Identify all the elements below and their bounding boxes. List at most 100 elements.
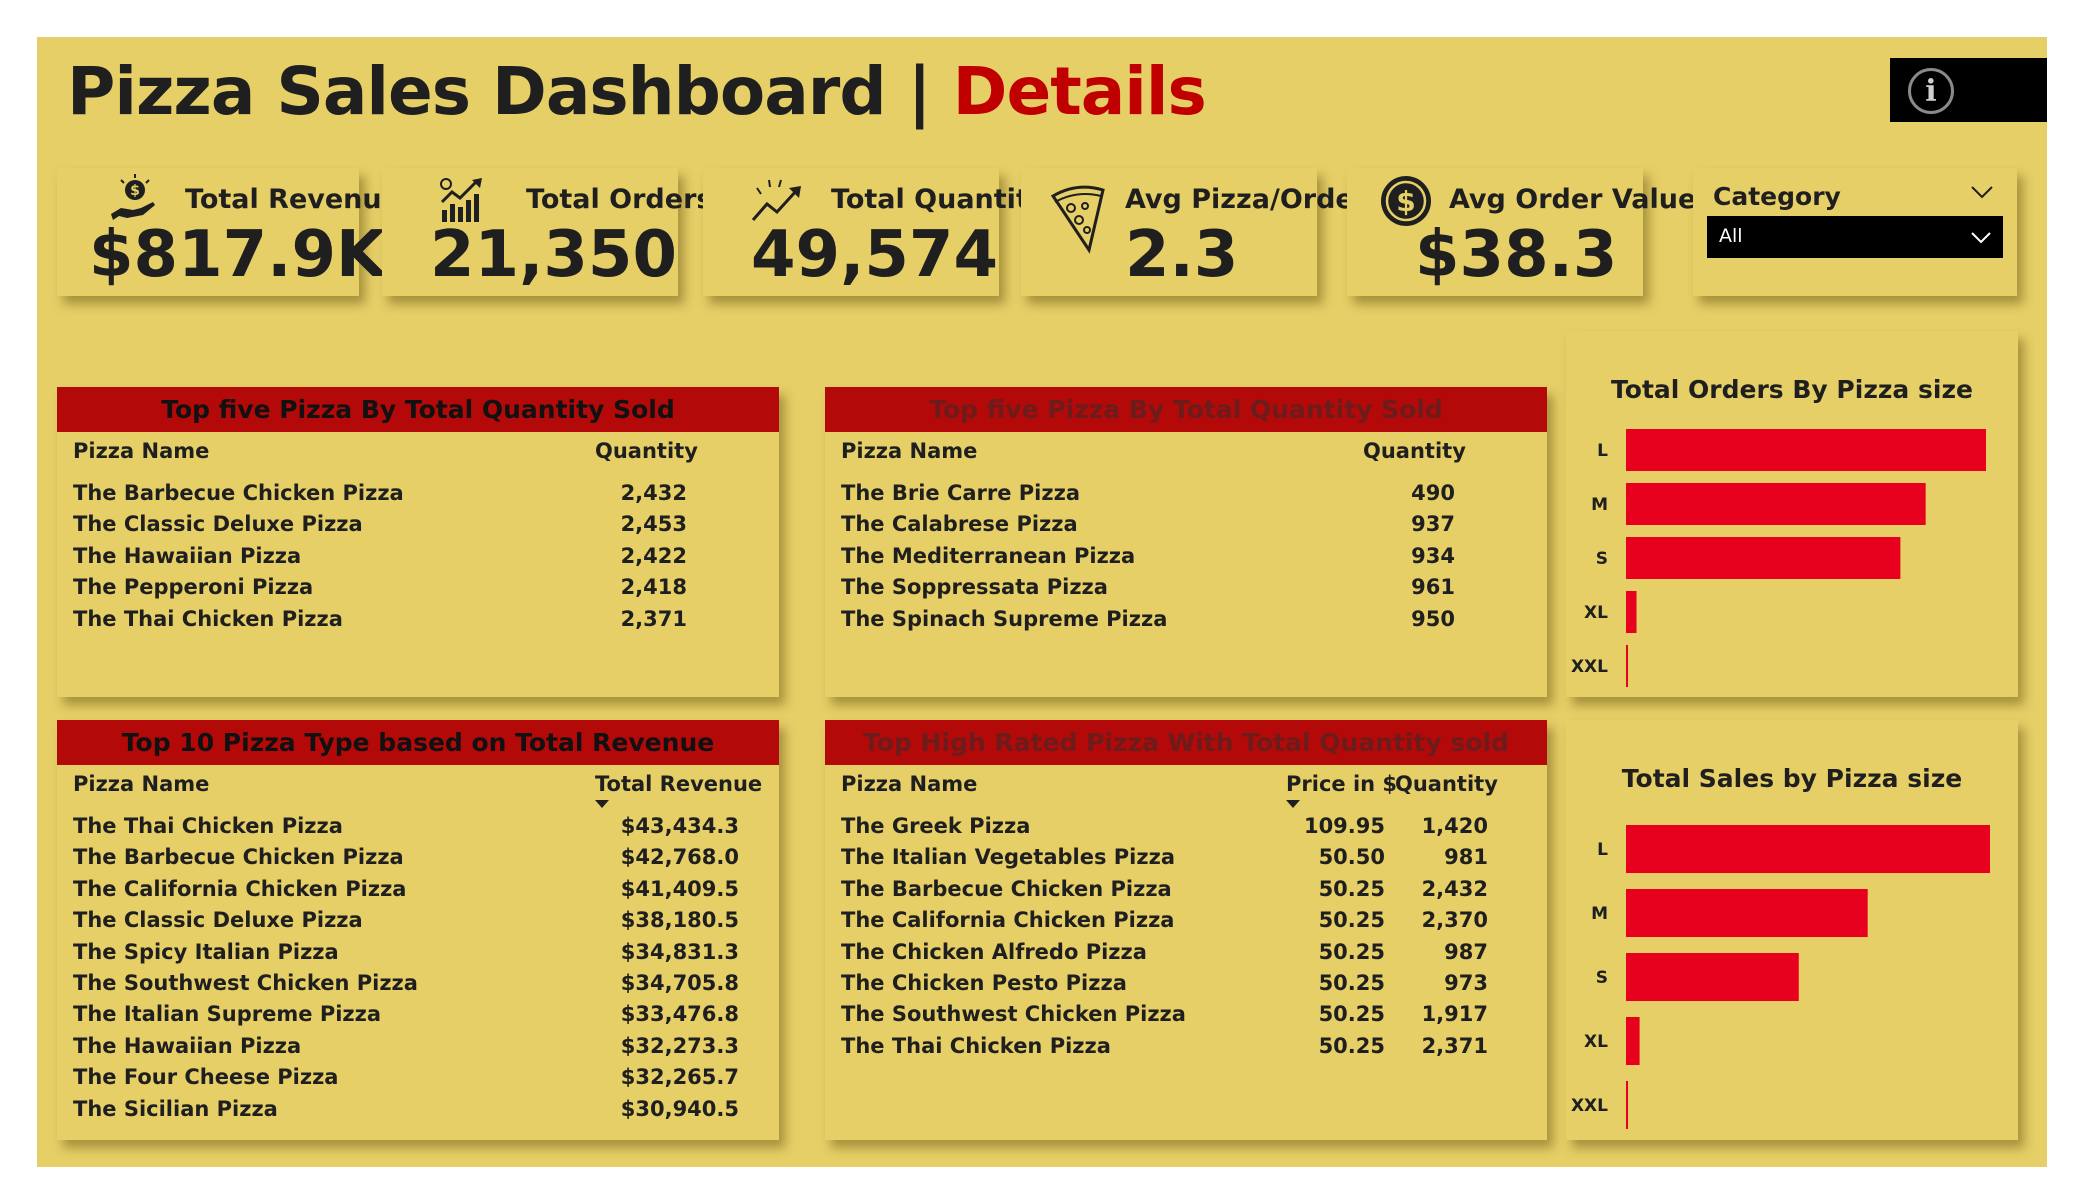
bar-s[interactable] [1626, 537, 1901, 579]
table-row[interactable]: The California Chicken Pizza 50.25 2,370 [825, 908, 1547, 939]
table-row[interactable]: The Barbecue Chicken Pizza 2,432 [57, 481, 779, 512]
tick-label-l: L [1597, 840, 1608, 860]
cell-pizza-name: The Italian Supreme Pizza [73, 1002, 382, 1027]
chart-sales-by-size-svg: L M S XL XXL [1571, 825, 1990, 1129]
kpi-label: Total Quantity [831, 184, 1047, 215]
table-row[interactable]: The Pepperoni Pizza 2,418 [57, 575, 779, 606]
kpi-label: Avg Order Value [1449, 184, 1697, 215]
cell-value: 2,432 [620, 481, 687, 505]
table-row[interactable]: The Calabrese Pizza 937 [825, 512, 1547, 543]
bar-xl[interactable] [1626, 591, 1637, 633]
table-title: Top five Pizza By Total Quantity Sold [825, 387, 1547, 432]
column-header-pizza-name[interactable]: Pizza Name [841, 772, 977, 796]
cell-value: 490 [1411, 481, 1455, 505]
category-dropdown[interactable]: All [1707, 216, 2003, 258]
info-icon[interactable]: i [1908, 68, 1954, 114]
table-row[interactable]: The Greek Pizza 109.95 1,420 [825, 814, 1547, 845]
table-body: The Thai Chicken Pizza $43,434.3 The Barbe… [57, 814, 779, 1128]
cell-pizza-name: The Four Cheese Pizza [73, 1065, 339, 1090]
bar-xxl[interactable] [1626, 1081, 1628, 1129]
table-row[interactable]: The Southwest Chicken Pizza $34,705.8 [57, 971, 779, 1002]
column-header-quantity[interactable]: Quantity [595, 439, 698, 463]
cell-value: $34,831.3 [620, 939, 739, 964]
kpi-label: Avg Pizza/Order [1125, 184, 1368, 215]
column-header-price[interactable]: Price in $ [1286, 772, 1397, 796]
cell-pizza-name: The Italian Vegetables Pizza [841, 845, 1176, 870]
kpi-card-total-quantity: Total Quantity 49,574 [703, 168, 1046, 296]
cell-value: $38,180.5 [620, 908, 739, 933]
svg-text:$: $ [130, 183, 140, 199]
bar-xl[interactable] [1626, 1017, 1640, 1065]
cell-quantity: 1,420 [1421, 814, 1488, 838]
table-row[interactable]: The Brie Carre Pizza 490 [825, 481, 1547, 512]
bar-s[interactable] [1626, 953, 1799, 1001]
title-accent: Details [952, 53, 1207, 130]
table-row[interactable]: The Hawaiian Pizza $32,273.3 [57, 1034, 779, 1065]
table-title: Top five Pizza By Total Quantity Sold [57, 387, 779, 432]
table-row[interactable]: The Spicy Italian Pizza $34,831.3 [57, 940, 779, 971]
tick-label-m: M [1591, 904, 1608, 924]
cell-pizza-name: The Sicilian Pizza [73, 1096, 278, 1121]
cell-value: $42,768.0 [620, 845, 739, 870]
table-row[interactable]: The Soppressata Pizza 961 [825, 575, 1547, 606]
table-row[interactable]: The Thai Chicken Pizza 2,371 [57, 607, 779, 638]
chevron-down-icon[interactable] [1969, 182, 1995, 202]
sort-descending-icon[interactable] [595, 800, 609, 808]
cell-value: 50.25 [1318, 1033, 1385, 1058]
table-row[interactable]: The Southwest Chicken Pizza 50.25 1,917 [825, 1002, 1547, 1033]
cell-value: 50.25 [1318, 970, 1385, 995]
cell-pizza-name: The Thai Chicken Pizza [841, 1033, 1111, 1058]
column-header-pizza-name[interactable]: Pizza Name [841, 439, 977, 463]
kpi-card-avg-order-value: $ Avg Order Value $38.3 [1347, 168, 1696, 296]
column-header-pizza-name[interactable]: Pizza Name [73, 772, 209, 796]
column-header-pizza-name[interactable]: Pizza Name [73, 439, 209, 463]
table-row[interactable]: The Italian Supreme Pizza $33,476.8 [57, 1002, 779, 1033]
cell-pizza-name: The Classic Deluxe Pizza [73, 512, 363, 537]
table-row[interactable]: The Four Cheese Pizza $32,265.7 [57, 1065, 779, 1096]
column-header-quantity[interactable]: Quantity [1395, 772, 1498, 796]
cell-pizza-name: The Greek Pizza [841, 814, 1031, 838]
tick-label-xl: XL [1584, 603, 1608, 623]
table-row[interactable]: The Spinach Supreme Pizza 950 [825, 607, 1547, 638]
column-header-quantity[interactable]: Quantity [1363, 439, 1466, 463]
cell-value: 2,418 [620, 575, 687, 600]
column-header-total-revenue[interactable]: Total Revenue [595, 772, 762, 796]
table-high-rated-pizza: Top High Rated Pizza With Total Quantity… [825, 720, 1547, 1140]
table-row[interactable]: The Hawaiian Pizza 2,422 [57, 544, 779, 575]
kpi-card-avg-pizza-order: Avg Pizza/Order 2.3 [1021, 168, 1367, 296]
table-row[interactable]: The Chicken Pesto Pizza 50.25 973 [825, 971, 1547, 1002]
cell-pizza-name: The Spicy Italian Pizza [73, 939, 339, 964]
sort-descending-icon[interactable] [1286, 800, 1300, 808]
table-row[interactable]: The Classic Deluxe Pizza 2,453 [57, 512, 779, 543]
table-row[interactable]: The Barbecue Chicken Pizza 50.25 2,432 [825, 877, 1547, 908]
table-row[interactable]: The California Chicken Pizza $41,409.5 [57, 877, 779, 908]
category-selected-value: All [1719, 225, 1743, 247]
bar-l[interactable] [1626, 825, 1990, 873]
bar-m[interactable] [1626, 889, 1868, 937]
cell-value: 50.25 [1318, 908, 1385, 933]
bar-xxl[interactable] [1626, 645, 1628, 687]
cell-pizza-name: The California Chicken Pizza [841, 908, 1175, 933]
cell-value: $32,273.3 [620, 1033, 739, 1058]
table-row[interactable]: The Classic Deluxe Pizza $38,180.5 [57, 908, 779, 939]
table-row[interactable]: The Italian Vegetables Pizza 50.50 981 [825, 845, 1547, 876]
table-row[interactable]: The Sicilian Pizza $30,940.5 [57, 1097, 779, 1128]
cell-quantity: 2,370 [1421, 908, 1488, 933]
dropdown-chevron-icon[interactable] [1969, 228, 1993, 246]
bar-l[interactable] [1626, 429, 1986, 471]
table-row[interactable]: The Thai Chicken Pizza 50.25 2,371 [825, 1034, 1547, 1065]
kpi-card-total-orders: Total Orders 21,350 [382, 168, 712, 296]
table-row[interactable]: The Thai Chicken Pizza $43,434.3 [57, 814, 779, 845]
table-row[interactable]: The Chicken Alfredo Pizza 50.25 987 [825, 940, 1547, 971]
tick-label-m: M [1591, 495, 1608, 515]
table-title: Top 10 Pizza Type based on Total Revenue [57, 720, 779, 765]
tick-label-s: S [1596, 968, 1608, 988]
table-row[interactable]: The Barbecue Chicken Pizza $42,768.0 [57, 845, 779, 876]
table-row[interactable]: The Mediterranean Pizza 934 [825, 544, 1547, 575]
bar-m[interactable] [1626, 483, 1926, 525]
cell-pizza-name: The Brie Carre Pizza [841, 481, 1080, 505]
kpi-value: 21,350 [430, 218, 677, 292]
info-button[interactable]: i [1890, 58, 2047, 122]
cell-value: $43,434.3 [620, 814, 739, 838]
table-body: The Brie Carre Pizza 490 The Calabrese Piz… [825, 481, 1547, 638]
